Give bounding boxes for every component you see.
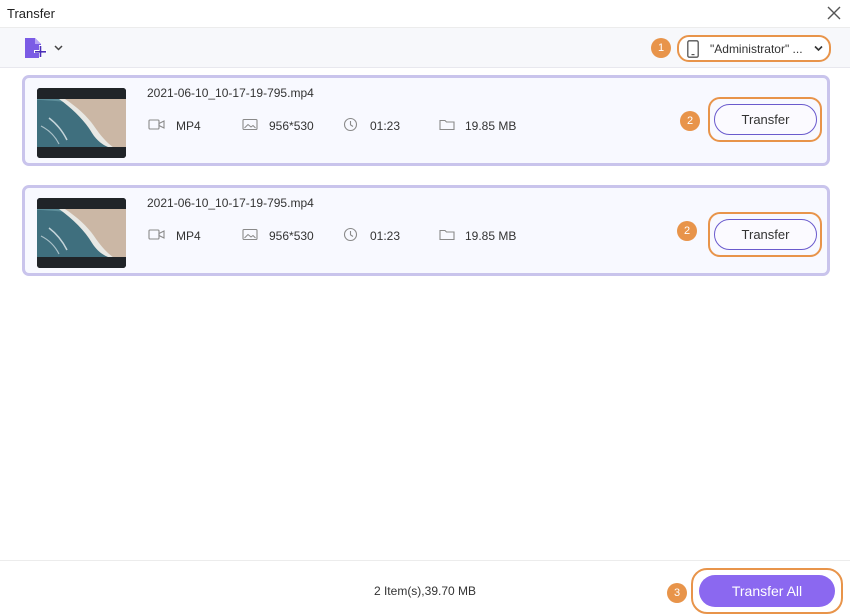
file-format: MP4 bbox=[176, 119, 201, 133]
video-camera-icon bbox=[148, 229, 165, 240]
step-marker-2: 2 bbox=[680, 111, 700, 131]
close-icon[interactable] bbox=[824, 3, 844, 23]
format-info: MP4 bbox=[148, 227, 233, 243]
clock-icon bbox=[343, 227, 358, 242]
transfer-button[interactable]: Transfer bbox=[714, 104, 817, 135]
clock-icon bbox=[343, 117, 358, 132]
file-item: 2021-06-10_10-17-19-795.mp4 MP4 956*530 … bbox=[22, 185, 830, 276]
file-item: 2021-06-10_10-17-19-795.mp4 MP4 956*530 … bbox=[22, 75, 830, 166]
folder-icon bbox=[439, 119, 455, 131]
phone-icon bbox=[687, 40, 699, 58]
video-thumbnail bbox=[37, 198, 126, 268]
chevron-down-icon bbox=[814, 45, 823, 52]
size-info: 19.85 MB bbox=[439, 117, 539, 133]
video-thumbnail bbox=[37, 88, 126, 158]
transfer-all-button[interactable]: Transfer All bbox=[699, 575, 835, 607]
folder-icon bbox=[439, 229, 455, 241]
file-name: 2021-06-10_10-17-19-795.mp4 bbox=[147, 86, 314, 100]
transfer-highlight: Transfer bbox=[708, 212, 822, 257]
video-camera-icon bbox=[148, 119, 165, 130]
add-file-icon bbox=[25, 38, 63, 58]
file-format: MP4 bbox=[176, 229, 201, 243]
duration-info: 01:23 bbox=[343, 117, 423, 133]
device-select[interactable]: "Administrator" ... bbox=[677, 35, 831, 62]
file-size: 19.85 MB bbox=[465, 229, 517, 243]
step-marker-2: 2 bbox=[677, 221, 697, 241]
file-name: 2021-06-10_10-17-19-795.mp4 bbox=[147, 196, 314, 210]
transfer-all-highlight: Transfer All bbox=[691, 568, 843, 614]
file-size: 19.85 MB bbox=[465, 119, 517, 133]
device-select-value: "Administrator" ... bbox=[710, 42, 803, 56]
file-duration: 01:23 bbox=[370, 119, 401, 133]
transfer-button[interactable]: Transfer bbox=[714, 219, 817, 250]
window-title: Transfer bbox=[7, 6, 55, 21]
add-file-button[interactable] bbox=[22, 36, 64, 60]
resolution-info: 956*530 bbox=[242, 227, 332, 243]
file-resolution: 956*530 bbox=[269, 119, 314, 133]
resolution-info: 956*530 bbox=[242, 117, 332, 133]
title-bar: Transfer bbox=[0, 0, 850, 28]
duration-info: 01:23 bbox=[343, 227, 423, 243]
footer: 2 Item(s),39.70 MB Transfer All bbox=[0, 560, 850, 615]
file-resolution: 956*530 bbox=[269, 229, 314, 243]
image-icon bbox=[242, 118, 258, 131]
image-icon bbox=[242, 228, 258, 241]
size-info: 19.85 MB bbox=[439, 227, 539, 243]
transfer-highlight: Transfer bbox=[708, 97, 822, 142]
step-marker-3: 3 bbox=[667, 583, 687, 603]
format-info: MP4 bbox=[148, 117, 233, 133]
file-duration: 01:23 bbox=[370, 229, 401, 243]
step-marker-1: 1 bbox=[651, 38, 671, 58]
